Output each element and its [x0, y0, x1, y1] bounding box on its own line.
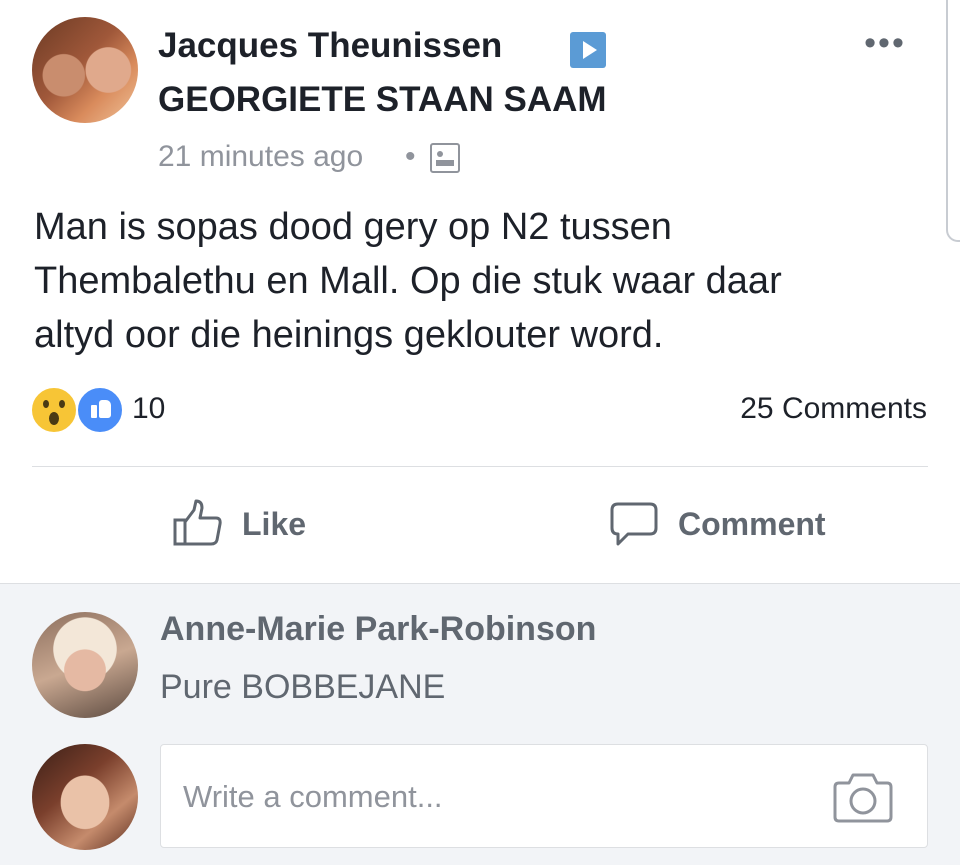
post-text-line: Thembalethu en Mall. Op die stuk waar da… [34, 260, 782, 302]
comment-text: Pure BOBBEJANE [160, 668, 446, 706]
post-author-name[interactable]: Jacques Theunissen [158, 26, 502, 66]
comment-count[interactable]: 25 Comments [740, 392, 927, 426]
thumbs-up-icon [173, 499, 222, 546]
camera-icon[interactable] [833, 769, 893, 825]
reaction-summary[interactable] [30, 386, 210, 434]
like-reaction-icon [76, 386, 124, 434]
more-options-icon[interactable]: ••• [860, 26, 910, 60]
comment-author-name[interactable]: Anne-Marie Park-Robinson [160, 610, 596, 649]
commenter-avatar[interactable] [32, 612, 138, 718]
comment-button[interactable]: Comment [608, 494, 826, 554]
wow-reaction-icon [30, 386, 78, 434]
post-group-name[interactable]: GEORGIETE STAAN SAAM [158, 80, 607, 120]
current-user-avatar [32, 744, 138, 850]
group-privacy-icon [430, 143, 460, 173]
divider [32, 466, 928, 467]
like-button-label: Like [242, 505, 307, 542]
post-text-line: altyd oor die heinings geklouter word. [34, 314, 664, 356]
write-comment-input[interactable] [181, 745, 805, 849]
comment-composer[interactable] [160, 744, 928, 849]
post-card: Jacques Theunissen GEORGIETE STAAN SAAM … [0, 0, 960, 583]
post-text-line: Man is sopas dood gery op N2 tussen [34, 206, 672, 248]
author-avatar[interactable] [32, 17, 138, 123]
timestamp-separator: • [405, 140, 416, 173]
comment-button-label: Comment [678, 505, 826, 542]
scroll-edge [946, 0, 960, 242]
shared-to-arrow-icon [570, 32, 606, 68]
post-text: Man is sopas dood gery op N2 tussen Them… [34, 200, 914, 362]
reaction-count[interactable]: 10 [132, 392, 165, 426]
comment-bubble-icon [610, 502, 658, 546]
post-timestamp[interactable]: 21 minutes ago [158, 140, 363, 174]
like-button[interactable]: Like [172, 494, 306, 554]
